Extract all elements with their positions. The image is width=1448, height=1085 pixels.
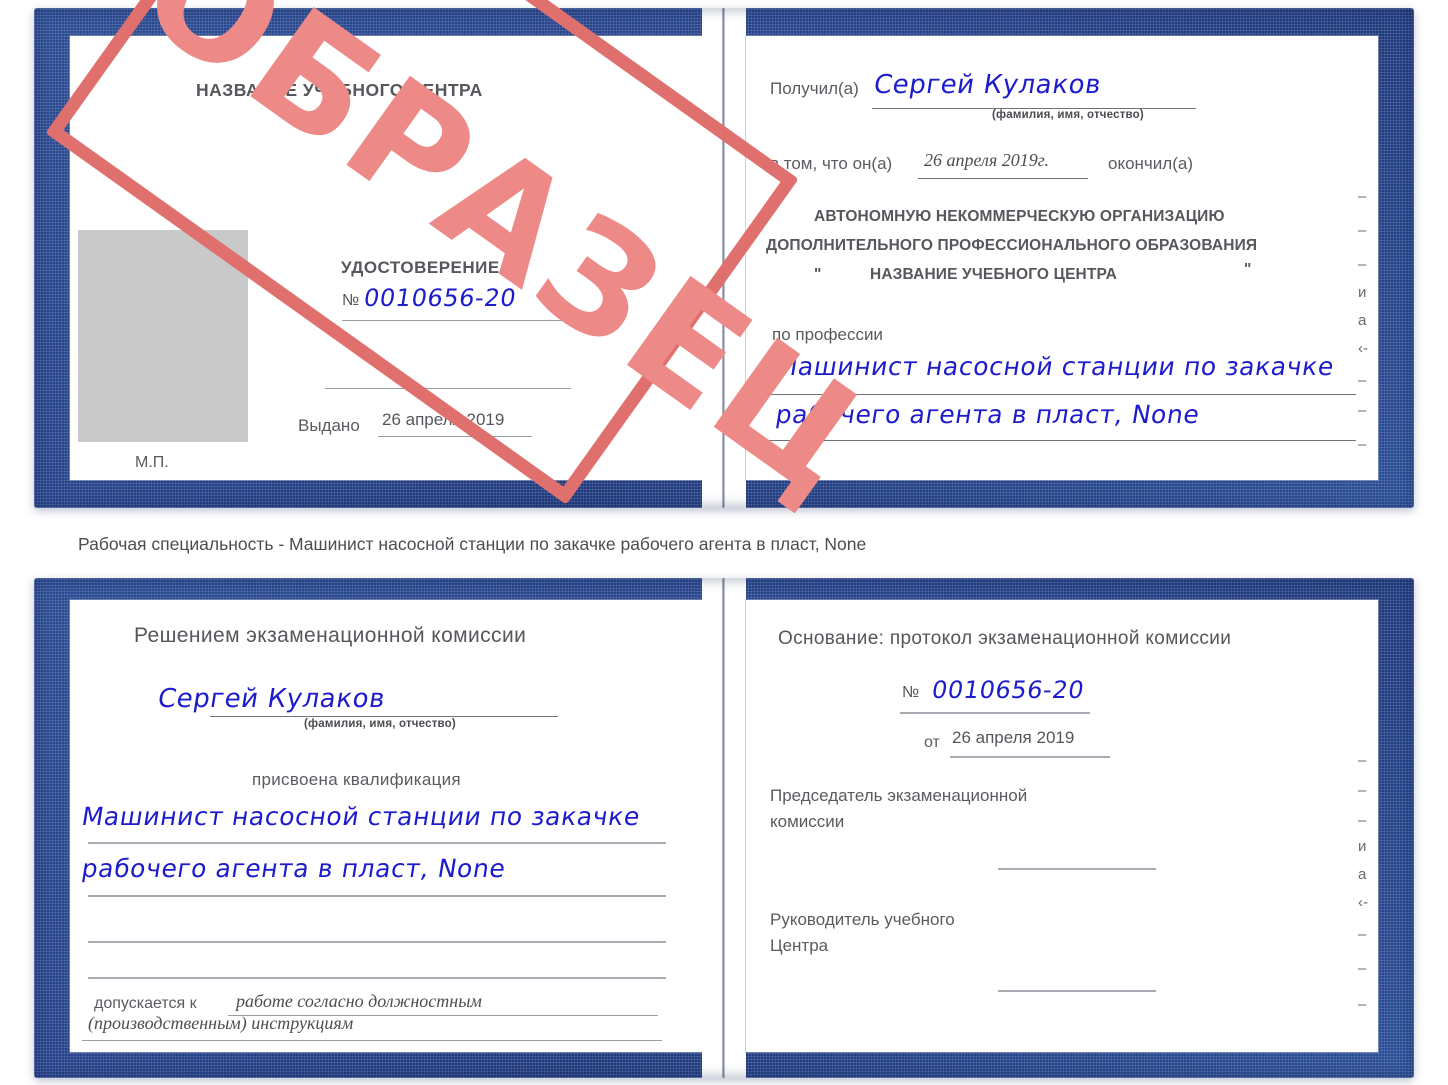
margin-fragment-2: – (1358, 222, 1367, 239)
qualification-rule-2 (88, 895, 666, 897)
received-label: Получил(а) (770, 79, 859, 98)
protocol-number-value: 0010656-20 (929, 676, 1087, 704)
margin-fragment-9: – (1358, 436, 1367, 453)
issued-value: 26 апреля 2019 (382, 410, 505, 429)
bottom-spine-area (702, 578, 746, 1078)
protocol-number-symbol: № (902, 684, 920, 701)
top-right-page: Получил(а) Сергей Кулаков (фамилия, имя,… (746, 36, 1378, 480)
margin-fragment-b4: и (1358, 838, 1367, 855)
blank-rule-3 (88, 977, 666, 979)
qualification-line-2: рабочего агента в пласт, None (79, 854, 508, 883)
chairman-label-line-1: Председатель экзаменационной (770, 786, 1028, 805)
issued-rule (378, 436, 532, 437)
margin-fragment-b8: – (1358, 960, 1367, 977)
protocol-from-label: от (924, 734, 940, 751)
certificate-number-value: 0010656-20 (361, 284, 519, 312)
margin-fragment-8: – (1358, 402, 1367, 419)
head-label-line-2: Центра (770, 936, 829, 955)
protocol-number-rule (900, 712, 1090, 714)
protocol-from-value: 26 апреля 2019 (952, 728, 1075, 747)
completion-date-rule (918, 178, 1088, 179)
bottom-certificate: Решением экзаменационной комиссии Сергей… (34, 578, 1414, 1078)
margin-fragment-6: ‹- (1358, 340, 1368, 357)
margin-fragment-b3: – (1358, 812, 1367, 829)
completion-date-value: 26 апреля 2019г. (924, 150, 1050, 170)
bottom-right-page: Основание: протокол экзаменационной коми… (746, 600, 1378, 1052)
admitted-label: допускается к (94, 995, 197, 1012)
organization-line-3: НАЗВАНИЕ УЧЕБНОГО ЦЕНТРА (870, 266, 1117, 283)
admitted-rule-2 (82, 1040, 662, 1041)
profession-rule-2 (756, 440, 1356, 441)
admitted-line-1: работе согласно должностным (236, 991, 482, 1011)
profession-line-1: Машинист насосной станции по закачке (773, 352, 1337, 381)
head-signature-rule (998, 990, 1156, 992)
in-that-label: в том, что он(а) (770, 154, 893, 173)
top-spine-area (702, 8, 746, 508)
head-label-line-1: Руководитель учебного (770, 910, 955, 929)
margin-fragment-b1: – (1358, 752, 1367, 769)
finished-label: окончил(а) (1108, 154, 1193, 173)
graduate-name-value: Сергей Кулаков (155, 684, 388, 714)
bottom-spine-line (722, 578, 725, 1078)
caption-text: Рабочая специальность - Машинист насосно… (78, 534, 867, 554)
margin-fragment-7: – (1358, 372, 1367, 389)
top-left-page: НАЗВАНИЕ УЧЕБНОГО ЦЕНТРА УДОСТОВЕРЕНИЕ №… (70, 36, 702, 480)
fio-hint-bottom: (фамилия, имя, отчество) (304, 718, 456, 730)
admitted-line-2: (производственным) инструкциям (88, 1013, 354, 1033)
blank-rule-1 (325, 388, 571, 389)
top-spine-line (722, 8, 725, 508)
profession-line-2: рабочего агента в пласт, None (773, 400, 1202, 429)
bottom-left-page: Решением экзаменационной комиссии Сергей… (70, 600, 702, 1052)
organization-quote-open: " (814, 266, 822, 283)
top-certificate: НАЗВАНИЕ УЧЕБНОГО ЦЕНТРА УДОСТОВЕРЕНИЕ №… (34, 0, 1414, 531)
profession-label: по профессии (772, 325, 883, 344)
issued-label: Выдано (298, 416, 360, 435)
commission-decision-heading: Решением экзаменационной комиссии (134, 624, 527, 647)
fio-hint-top: (фамилия, имя, отчество) (992, 109, 1144, 121)
margin-fragment-b9: – (1358, 996, 1367, 1013)
organization-quote-close: " (1244, 261, 1252, 278)
chairman-label-line-2: комиссии (770, 812, 845, 831)
training-center-title: НАЗВАНИЕ УЧЕБНОГО ЦЕНТРА (196, 80, 483, 100)
certificate-number-rule (342, 320, 578, 321)
organization-line-1: АВТОНОМНУЮ НЕКОММЕРЧЕСКУЮ ОРГАНИЗАЦИЮ (814, 208, 1225, 225)
margin-fragment-b7: – (1358, 926, 1367, 943)
margin-fragment-5: а (1358, 312, 1367, 329)
qualification-line-1: Машинист насосной станции по закачке (79, 802, 643, 831)
received-name-value: Сергей Кулаков (871, 70, 1104, 100)
document-type-title: УДОСТОВЕРЕНИЕ (341, 258, 500, 277)
profession-rule-1 (756, 394, 1356, 395)
blank-rule-2 (88, 941, 666, 943)
margin-fragment-4: и (1358, 284, 1367, 301)
seal-label: М.П. (135, 454, 169, 471)
organization-line-2: ДОПОЛНИТЕЛЬНОГО ПРОФЕССИОНАЛЬНОГО ОБРАЗО… (766, 237, 1258, 254)
graduate-name-rule (210, 716, 558, 717)
margin-fragment-b6: ‹- (1358, 894, 1368, 911)
chairman-signature-rule (998, 868, 1156, 870)
margin-fragment-1: – (1358, 188, 1367, 205)
protocol-from-rule (950, 756, 1110, 758)
certificate-number-symbol: № (342, 292, 360, 309)
margin-fragment-b5: а (1358, 866, 1367, 883)
margin-fragment-b2: – (1358, 782, 1367, 799)
page-root: НАЗВАНИЕ УЧЕБНОГО ЦЕНТРА УДОСТОВЕРЕНИЕ №… (0, 0, 1448, 1085)
qualification-label: присвоена квалификация (252, 770, 461, 789)
photo-placeholder (78, 230, 248, 442)
margin-fragment-3: – (1358, 256, 1367, 273)
qualification-rule-1 (88, 842, 666, 844)
basis-label: Основание: протокол экзаменационной коми… (778, 628, 1232, 649)
